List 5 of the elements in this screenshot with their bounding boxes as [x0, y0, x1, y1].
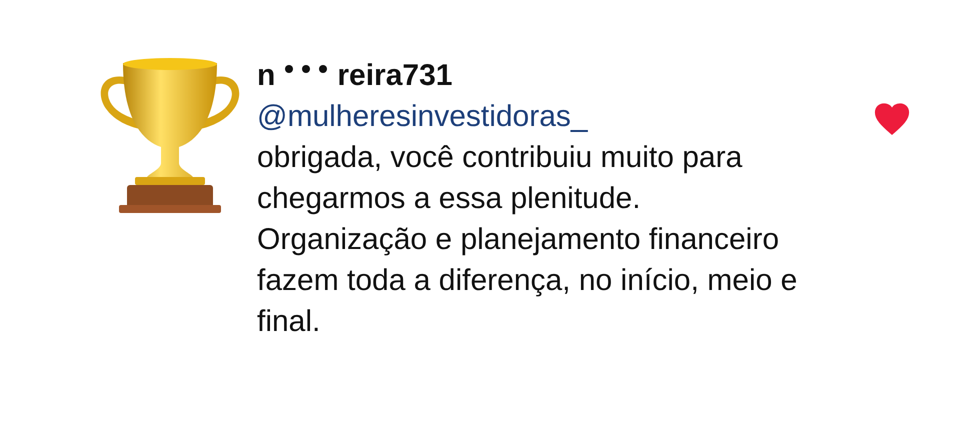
comment-text: obrigada, você contribuiu muito para chegarmos a essa plenitude. Organização e planejamento financeiro fazem toda a diferença, no início, meio e final.: [257, 140, 798, 340]
username[interactable]: reira731: [337, 55, 452, 96]
username[interactable]: n: [257, 55, 276, 96]
heart-icon[interactable]: [874, 103, 910, 135]
mention-link[interactable]: @mulheresinvestidoras_: [257, 96, 588, 137]
